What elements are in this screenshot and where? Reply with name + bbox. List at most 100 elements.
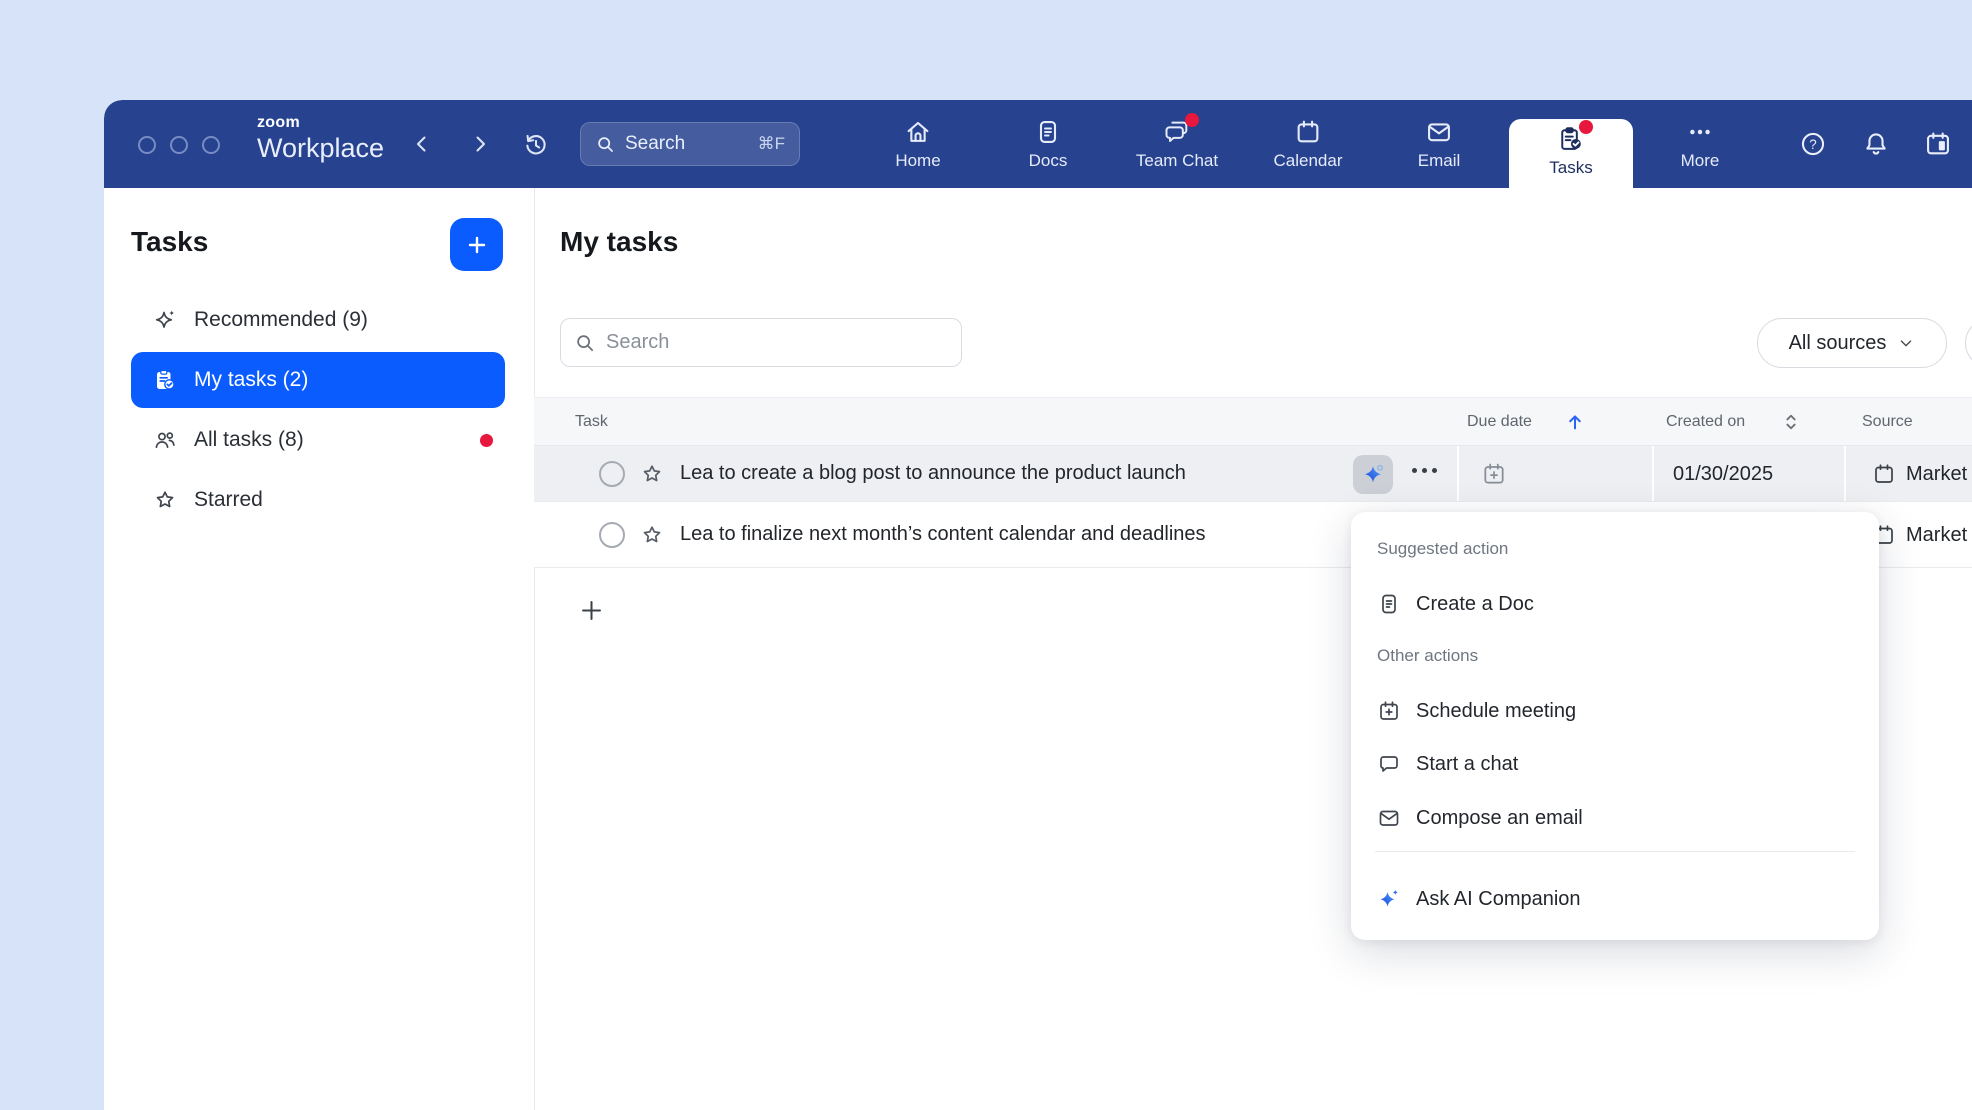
search-shortcut-hint: ⌘F: [758, 134, 785, 154]
star-icon: [153, 488, 177, 512]
calendar-plus-icon: [1377, 699, 1401, 723]
titlebar: zoom Workplace Search ⌘F: [104, 100, 1972, 188]
sidebar-item-recommended[interactable]: Recommended (9): [131, 292, 505, 348]
menu-item-create-doc[interactable]: Create a Doc: [1365, 582, 1865, 626]
sort-toggle-icon[interactable]: [1780, 411, 1802, 433]
svg-text:?: ?: [1809, 137, 1816, 152]
tab-email[interactable]: Email: [1384, 100, 1494, 188]
task-search-input[interactable]: [606, 331, 948, 354]
menu-item-compose-email[interactable]: Compose an email: [1365, 796, 1865, 840]
screen: { "colors": { "navbar": "#27428f", "acce…: [0, 0, 1972, 1110]
source-filter-label: All sources: [1789, 332, 1887, 355]
column-header-due-date[interactable]: Due date: [1467, 413, 1532, 431]
sidebar-item-label: Recommended (9): [194, 308, 368, 332]
all-tasks-notification-dot: [480, 434, 493, 447]
global-search-input[interactable]: Search ⌘F: [580, 122, 800, 166]
menu-section-label: Other actions: [1377, 646, 1478, 666]
tab-home[interactable]: Home: [863, 100, 973, 188]
add-task-button[interactable]: [450, 218, 503, 271]
sidebar-item-label: My tasks (2): [194, 368, 308, 392]
table-header: Task Due date Created on Source: [534, 397, 1972, 446]
home-icon: [904, 118, 932, 146]
plus-icon: [464, 232, 490, 258]
page-title: My tasks: [560, 226, 678, 258]
people-icon: [153, 428, 177, 452]
column-header-source[interactable]: Source: [1862, 413, 1913, 431]
row-more-actions-button[interactable]: [1412, 468, 1437, 473]
menu-item-label: Create a Doc: [1416, 593, 1534, 616]
add-row-plus-icon[interactable]: [578, 597, 605, 624]
ellipsis-icon: [1686, 118, 1714, 146]
task-checkbox[interactable]: [599, 522, 625, 548]
sidebar-divider: [534, 188, 535, 1110]
document-icon: [1034, 118, 1062, 146]
ai-companion-action-button[interactable]: [1353, 455, 1393, 494]
envelope-icon: [1377, 806, 1401, 830]
app-window: zoom Workplace Search ⌘F: [104, 100, 1972, 1110]
help-icon[interactable]: ?: [1799, 130, 1827, 158]
task-title[interactable]: Lea to finalize next month’s content cal…: [680, 523, 1206, 546]
tab-more[interactable]: More: [1645, 100, 1755, 188]
created-on-value: 01/30/2025: [1673, 463, 1773, 486]
zoom-workplace-logo: zoom Workplace: [257, 115, 384, 162]
window-control-icon[interactable]: [202, 136, 220, 154]
tab-calendar[interactable]: Calendar: [1253, 100, 1363, 188]
task-row-1[interactable]: Lea to create a blog post to announce th…: [534, 446, 1972, 502]
tab-docs[interactable]: Docs: [993, 100, 1103, 188]
tab-label: Email: [1418, 151, 1461, 171]
column-divider: [1844, 446, 1846, 501]
sidebar-item-all-tasks[interactable]: All tasks (8): [131, 412, 505, 468]
sidebar-item-label: Starred: [194, 488, 263, 512]
search-icon: [574, 332, 596, 354]
calendar-source-icon: [1872, 462, 1896, 486]
chat-bubbles-icon: [1163, 118, 1191, 146]
sidebar-item-starred[interactable]: Starred: [131, 472, 505, 528]
search-placeholder-text: Search: [625, 133, 685, 155]
schedule-calendar-icon[interactable]: [1924, 130, 1952, 158]
menu-item-label: Compose an email: [1416, 807, 1583, 830]
task-title[interactable]: Lea to create a blog post to announce th…: [680, 462, 1186, 485]
column-divider: [1652, 446, 1654, 501]
notifications-bell-icon[interactable]: [1862, 130, 1890, 158]
sidebar-title: Tasks: [131, 226, 208, 258]
tab-tasks-active[interactable]: Tasks: [1509, 119, 1633, 188]
source-filter-dropdown[interactable]: All sources: [1757, 318, 1947, 368]
sort-ascending-icon[interactable]: [1564, 411, 1586, 433]
menu-divider: [1375, 851, 1855, 852]
task-search-field[interactable]: [560, 318, 962, 367]
source-value: Market: [1906, 524, 1967, 547]
team-chat-notification-dot: [1185, 113, 1199, 127]
document-icon: [1377, 592, 1401, 616]
calendar-icon: [1294, 118, 1322, 146]
menu-item-ask-ai-companion[interactable]: Ask AI Companion: [1365, 877, 1865, 921]
task-checkbox[interactable]: [599, 461, 625, 487]
forward-icon[interactable]: [468, 132, 492, 156]
clipboard-check-icon: [1557, 125, 1585, 153]
column-header-created-on[interactable]: Created on: [1666, 413, 1745, 431]
menu-item-start-chat[interactable]: Start a chat: [1365, 742, 1865, 786]
history-icon[interactable]: [523, 132, 549, 158]
clipboard-check-icon: [153, 368, 177, 392]
tab-label: Docs: [1029, 151, 1068, 171]
star-icon[interactable]: [640, 523, 664, 547]
clipped-filter-button[interactable]: [1965, 318, 1972, 368]
window-control-icon[interactable]: [170, 136, 188, 154]
back-icon[interactable]: [410, 132, 434, 156]
chat-bubble-icon: [1377, 752, 1401, 776]
sidebar-item-my-tasks[interactable]: My tasks (2): [131, 352, 505, 408]
sparkle-icon: [153, 308, 177, 332]
actions-context-menu: Suggested action Create a Doc Other acti…: [1351, 512, 1879, 940]
star-icon[interactable]: [640, 462, 664, 486]
column-header-task[interactable]: Task: [575, 413, 608, 431]
chevron-down-icon: [1897, 334, 1915, 352]
logo-zoom-text: zoom: [257, 115, 384, 131]
due-date-add-icon[interactable]: [1481, 461, 1507, 487]
column-divider: [1457, 446, 1459, 501]
tab-label: Tasks: [1549, 158, 1592, 178]
window-control-icon[interactable]: [138, 136, 156, 154]
tab-label: More: [1681, 151, 1720, 171]
tab-team-chat[interactable]: Team Chat: [1117, 100, 1237, 188]
sidebar-item-label: All tasks (8): [194, 428, 304, 452]
menu-item-schedule-meeting[interactable]: Schedule meeting: [1365, 689, 1865, 733]
menu-item-label: Schedule meeting: [1416, 700, 1576, 723]
